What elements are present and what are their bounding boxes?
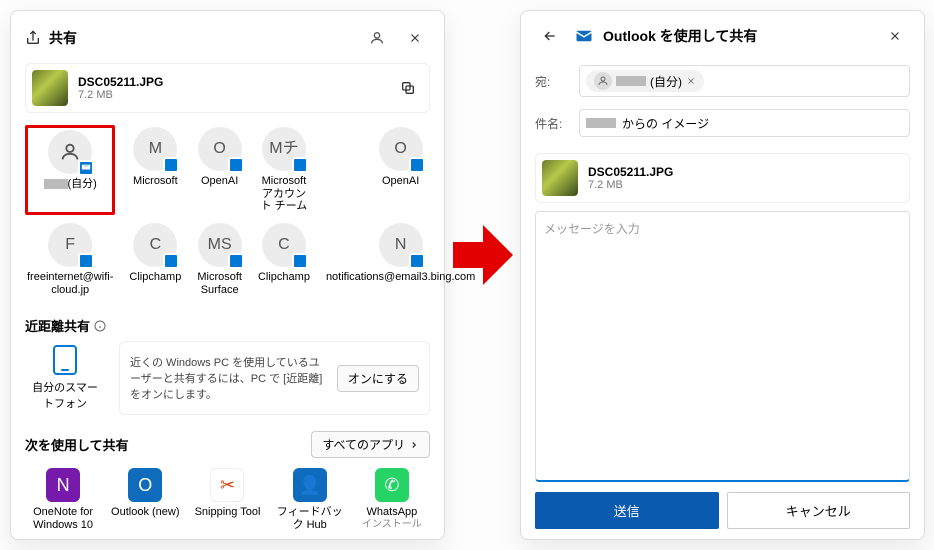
compose-header: Outlook を使用して共有 bbox=[535, 21, 910, 59]
file-name: DSC05211.JPG bbox=[78, 75, 383, 89]
to-field[interactable]: (自分) bbox=[579, 65, 910, 97]
contact-microsoft[interactable]: M Microsoft bbox=[127, 125, 183, 215]
outlook-icon bbox=[575, 27, 593, 45]
contacts-grid: (自分) M Microsoft O OpenAI Mチ Microsoft ア… bbox=[25, 113, 430, 310]
share-using-title: 次を使用して共有 bbox=[25, 435, 129, 454]
account-button[interactable] bbox=[362, 23, 392, 53]
phone-label: 自分のスマートフォン bbox=[31, 379, 99, 411]
remove-chip-icon[interactable] bbox=[686, 76, 696, 86]
outlook-compose-panel: Outlook を使用して共有 宛: (自分) 件名: bbox=[520, 10, 925, 540]
app-label: Outlook (new) bbox=[111, 506, 179, 519]
recipient-chip[interactable]: (自分) bbox=[586, 70, 704, 92]
contact-label: freeinternet@wifi-cloud.jp bbox=[27, 271, 113, 296]
nearby-description: 近くの Windows PC を使用しているユーザーと共有するには、PC で [… bbox=[130, 354, 327, 402]
contact-clipchamp-2[interactable]: C Clipchamp bbox=[256, 221, 312, 298]
app-label: OneNote for Windows 10 bbox=[25, 506, 101, 531]
file-thumbnail bbox=[32, 70, 68, 106]
contact-openai-2[interactable]: O OpenAI bbox=[324, 125, 477, 215]
cancel-button[interactable]: キャンセル bbox=[727, 492, 911, 529]
subject-label: 件名: bbox=[535, 115, 569, 132]
contact-label: Clipchamp bbox=[258, 271, 310, 284]
message-input[interactable]: メッセージを入力 bbox=[535, 211, 910, 482]
nearby-enable-button[interactable]: オンにする bbox=[337, 365, 419, 392]
nearby-section: 自分のスマートフォン 近くの Windows PC を使用しているユーザーと共有… bbox=[25, 341, 430, 415]
app-whatsapp[interactable]: ✆ WhatsApp インストール bbox=[354, 468, 430, 531]
app-onenote[interactable]: N OneNote for Windows 10 bbox=[25, 468, 101, 531]
compose-title: Outlook を使用して共有 bbox=[603, 26, 870, 46]
send-button[interactable]: 送信 bbox=[535, 492, 719, 529]
contact-clipchamp[interactable]: C Clipchamp bbox=[127, 221, 183, 298]
file-card: DSC05211.JPG 7.2 MB bbox=[25, 63, 430, 113]
all-apps-button[interactable]: すべてのアプリ bbox=[311, 431, 430, 458]
attachment-size: 7.2 MB bbox=[588, 179, 903, 191]
contact-label: Microsoft アカウント チーム bbox=[258, 175, 310, 213]
snipping-icon: ✂ bbox=[210, 468, 244, 502]
share-title: 共有 bbox=[49, 28, 354, 48]
whatsapp-icon: ✆ bbox=[375, 468, 409, 502]
share-header: 共有 bbox=[25, 21, 430, 63]
tutorial-arrow bbox=[452, 220, 514, 290]
share-panel: 共有 DSC05211.JPG 7.2 MB bbox=[10, 10, 445, 540]
app-label: フィードバック Hub bbox=[272, 506, 348, 531]
compose-actions: 送信 キャンセル bbox=[535, 492, 910, 529]
subject-value: からの イメージ bbox=[622, 115, 709, 132]
share-icon bbox=[25, 30, 41, 46]
contact-ms-surface[interactable]: MS Microsoft Surface bbox=[195, 221, 244, 298]
nearby-title: 近距離共有 bbox=[25, 316, 430, 335]
chevron-right-icon bbox=[409, 440, 419, 450]
contact-label: Microsoft bbox=[133, 175, 178, 188]
file-size: 7.2 MB bbox=[78, 89, 383, 101]
app-feedback-hub[interactable]: 👤 フィードバック Hub bbox=[272, 468, 348, 531]
my-phone-tile[interactable]: 自分のスマートフォン bbox=[25, 341, 105, 415]
feedback-icon: 👤 bbox=[293, 468, 327, 502]
share-using-section: 次を使用して共有 すべてのアプリ N OneNote for Windows 1… bbox=[25, 429, 430, 531]
subject-field[interactable]: からの イメージ bbox=[579, 109, 910, 137]
app-sublabel: インストール bbox=[362, 519, 422, 531]
contact-self[interactable]: (自分) bbox=[25, 125, 115, 215]
contact-label: Clipchamp bbox=[129, 271, 181, 284]
app-label: WhatsApp bbox=[367, 506, 418, 519]
avatar-icon bbox=[594, 72, 612, 90]
close-button[interactable] bbox=[400, 23, 430, 53]
contact-label: Microsoft Surface bbox=[197, 271, 242, 296]
contact-openai[interactable]: O OpenAI bbox=[195, 125, 244, 215]
copy-button[interactable] bbox=[393, 73, 423, 103]
subject-row: 件名: からの イメージ bbox=[535, 109, 910, 137]
info-icon[interactable] bbox=[94, 320, 106, 332]
outlook-icon: O bbox=[128, 468, 162, 502]
app-outlook[interactable]: O Outlook (new) bbox=[107, 468, 183, 531]
app-snipping-tool[interactable]: ✂ Snipping Tool bbox=[189, 468, 265, 531]
contact-ms-account-team[interactable]: Mチ Microsoft アカウント チーム bbox=[256, 125, 312, 215]
nearby-description-box: 近くの Windows PC を使用しているユーザーと共有するには、PC で [… bbox=[119, 341, 430, 415]
phone-icon bbox=[53, 345, 77, 375]
contact-label: (自分) bbox=[44, 178, 97, 191]
attachment-thumbnail bbox=[542, 160, 578, 196]
back-button[interactable] bbox=[535, 21, 565, 51]
onenote-icon: N bbox=[46, 468, 80, 502]
to-label: 宛: bbox=[535, 73, 569, 90]
app-label: Snipping Tool bbox=[195, 506, 261, 519]
attachment-name: DSC05211.JPG bbox=[588, 165, 903, 179]
close-button[interactable] bbox=[880, 21, 910, 51]
chip-label: (自分) bbox=[650, 73, 682, 90]
contact-label: OpenAI bbox=[382, 175, 419, 188]
contact-label: OpenAI bbox=[201, 175, 238, 188]
attachment-card: DSC05211.JPG 7.2 MB bbox=[535, 153, 910, 203]
contact-freeinternet[interactable]: F freeinternet@wifi-cloud.jp bbox=[25, 221, 115, 298]
to-row: 宛: (自分) bbox=[535, 65, 910, 97]
